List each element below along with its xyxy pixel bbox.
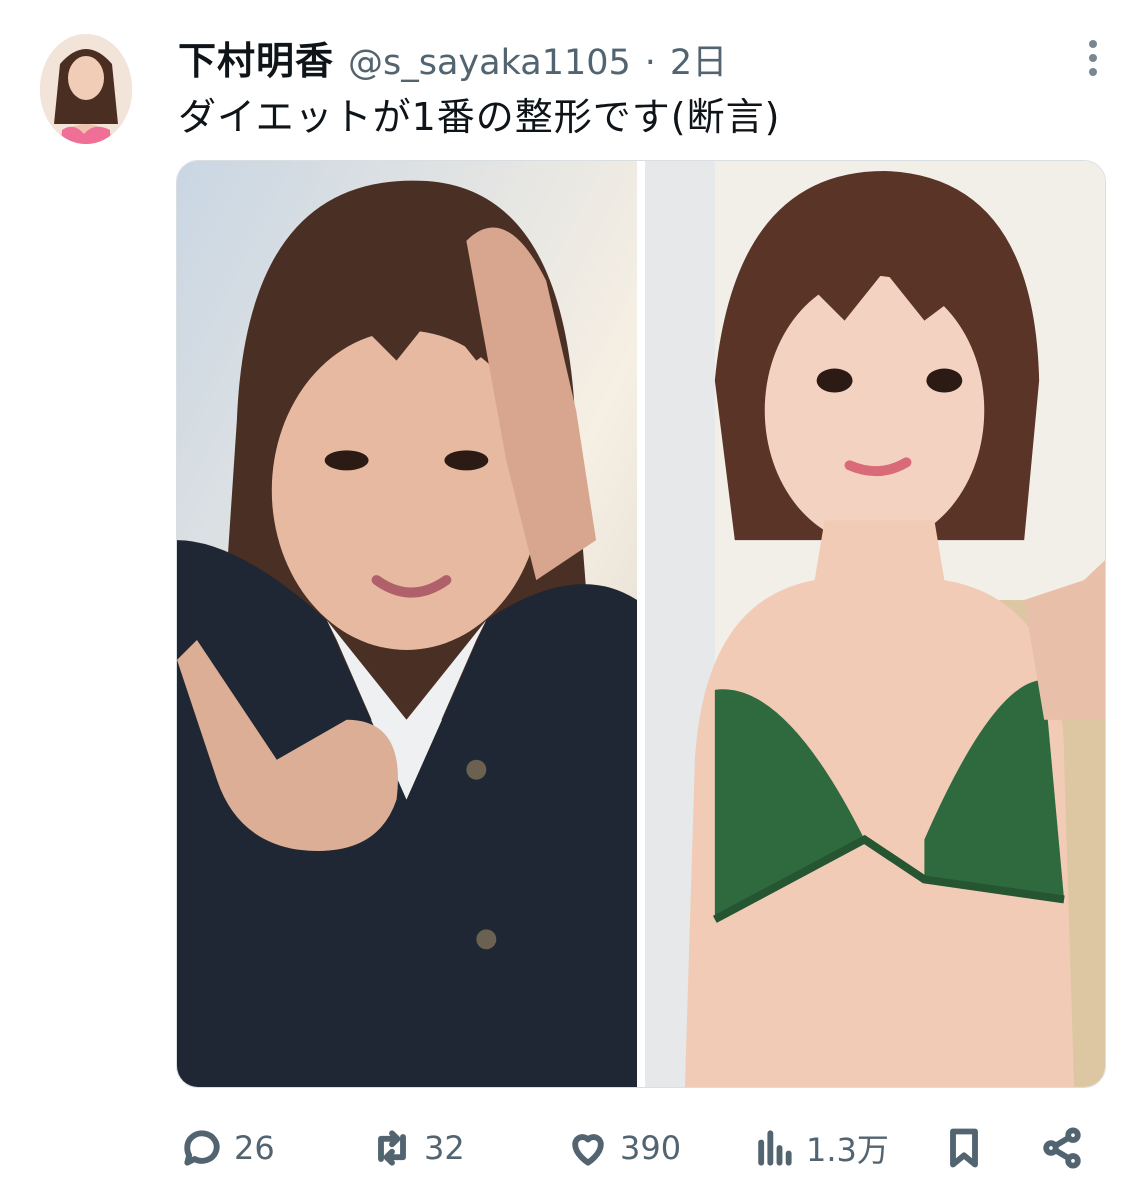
- after-photo[interactable]: [645, 161, 1105, 1087]
- avatar[interactable]: [40, 34, 132, 144]
- heart-icon: [572, 1134, 604, 1166]
- bookmark-button[interactable]: [942, 1120, 986, 1176]
- retweet-icon: [378, 1130, 406, 1166]
- media-grid: [176, 160, 1106, 1088]
- tweet-header: 下村明香 @s_sayaka1105 · 2日: [178, 30, 1053, 83]
- reply-count: 26: [234, 1129, 275, 1167]
- bookmark-icon: [950, 1128, 978, 1168]
- separator: ·: [644, 43, 656, 83]
- action-bar: 26 32 390 1.3万: [176, 1120, 1086, 1176]
- retweet-button[interactable]: 32: [370, 1120, 465, 1176]
- share-icon: [1043, 1127, 1081, 1169]
- reply-bubble-icon: [184, 1130, 220, 1166]
- more-vertical-icon[interactable]: [1087, 40, 1099, 76]
- share-button[interactable]: [1040, 1120, 1084, 1176]
- user-handle[interactable]: @s_sayaka1105: [348, 43, 631, 83]
- retweet-count: 32: [424, 1129, 465, 1167]
- views-button[interactable]: 1.3万: [752, 1120, 889, 1176]
- display-name[interactable]: 下村明香: [178, 30, 334, 85]
- timestamp[interactable]: 2日: [670, 34, 727, 85]
- views-chart-icon: [758, 1130, 792, 1166]
- views-count: 1.3万: [806, 1131, 889, 1169]
- tweet-text: ダイエットが1番の整形です(断言): [178, 95, 781, 139]
- like-button[interactable]: 390: [566, 1120, 681, 1176]
- reply-button[interactable]: 26: [180, 1120, 275, 1176]
- before-photo[interactable]: [177, 161, 637, 1087]
- tweet-card: 下村明香 @s_sayaka1105 · 2日 ダイエットが1番の整形です(断言…: [0, 0, 1143, 1200]
- like-count: 390: [620, 1129, 682, 1167]
